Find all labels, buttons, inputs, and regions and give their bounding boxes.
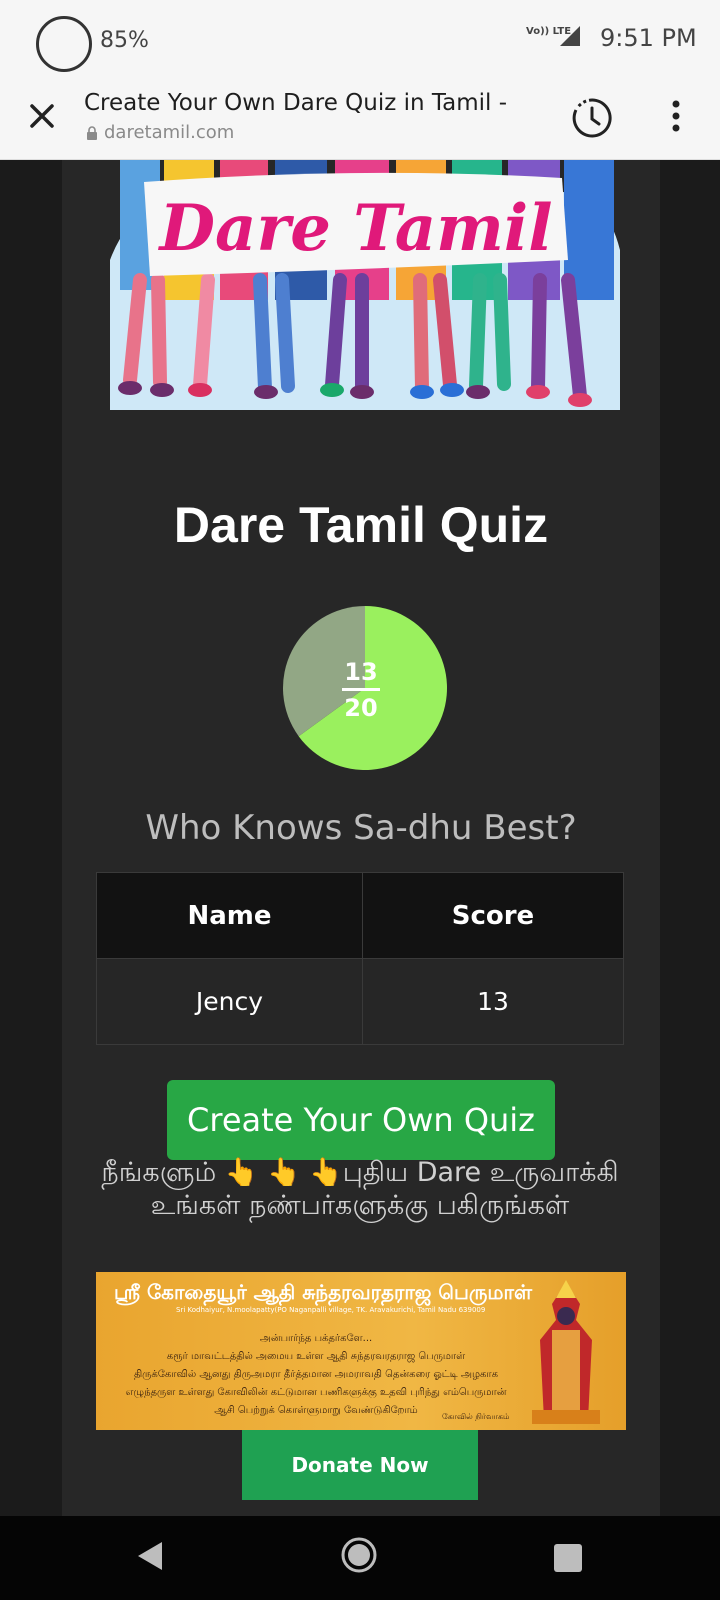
status-bar: 85% Vo)) LTE 9:51 PM (0, 0, 720, 80)
battery-icon (36, 16, 92, 72)
deity-image (532, 1280, 600, 1424)
donate-button[interactable]: Donate Now (242, 1430, 478, 1500)
banner-logo-text: Dare Tamil (158, 191, 553, 266)
dare-tamil-banner: Dare Tamil (100, 160, 628, 422)
battery-percent: 85% (100, 28, 149, 53)
system-nav-bar (0, 1516, 720, 1600)
browser-toolbar: Create Your Own Dare Quiz in Tamil - dar… (0, 80, 720, 160)
back-icon[interactable] (136, 1540, 164, 1572)
close-icon[interactable] (24, 98, 60, 134)
history-icon[interactable] (570, 96, 614, 140)
page-title[interactable]: Create Your Own Dare Quiz in Tamil - (84, 90, 524, 116)
ad-title: ஸ்ரீ கோதையூர் ஆதி சுந்தரவரதராஜ பெருமாள் (114, 1280, 532, 1304)
ad-line: எழுந்தருள உள்ளது கோவிலின் கட்டுமான பணிகள… (125, 1387, 507, 1398)
temple-ad-banner[interactable]: ஸ்ரீ கோதையூர் ஆதி சுந்தரவரதராஜ பெருமாள் … (96, 1272, 626, 1430)
recents-icon[interactable] (554, 1544, 582, 1572)
column-header-name: Name (96, 872, 363, 959)
share-message: நீங்களும் 👆 👆 👆புதிய Dare உருவாக்கி உங்க… (101, 1157, 619, 1221)
ad-line: அன்பார்ந்த பக்தர்களே... (259, 1333, 373, 1344)
quiz-subtitle: Who Knows Sa-dhu Best? (145, 808, 577, 848)
score-total: 20 (344, 694, 378, 722)
table-header-row: Name Score (96, 872, 625, 959)
ad-line: திருக்கோவில் ஆனது திருஅமரா தீர்த்தமான அம… (133, 1369, 499, 1380)
cell-name: Jency (96, 958, 363, 1045)
ad-line: கரூர் மாவட்டத்தில் அமைய உள்ள ஆதி சுந்தரவ… (166, 1351, 466, 1362)
table-row: Jency 13 (96, 958, 625, 1045)
lock-icon (87, 126, 97, 140)
signal-icon (560, 26, 580, 46)
home-icon[interactable] (340, 1536, 378, 1574)
fraction-line (342, 688, 380, 691)
cell-score: 13 (361, 958, 625, 1045)
clock: 9:51 PM (600, 24, 697, 52)
column-header-score: Score (361, 872, 625, 959)
url-text[interactable]: daretamil.com (104, 122, 234, 143)
ad-subtitle: Sri Kodhaiyur, N.moolapatty(PO Naganpall… (176, 1306, 486, 1314)
score-value: 13 (344, 658, 378, 686)
scores-table: Name Score Jency 13 (96, 872, 625, 1045)
ad-body: அன்பார்ந்த பக்தர்களே... கரூர் மாவட்டத்தி… (106, 1330, 526, 1420)
ad-signature: கோவில் நிர்வாகம் (442, 1412, 510, 1421)
quiz-title: Dare Tamil Quiz (173, 497, 549, 553)
create-quiz-button[interactable]: Create Your Own Quiz (167, 1080, 555, 1160)
more-vertical-icon[interactable] (664, 96, 688, 140)
